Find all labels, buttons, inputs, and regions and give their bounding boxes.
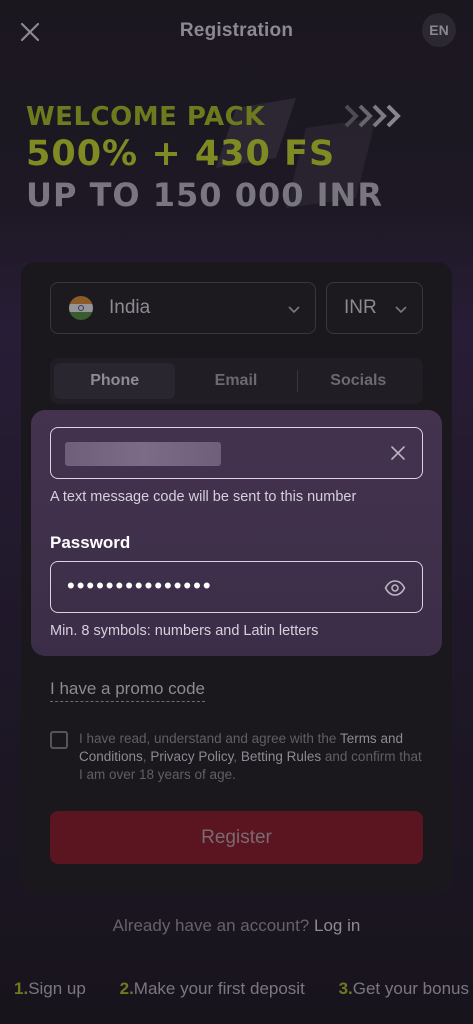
betting-rules-link[interactable]: Betting Rules xyxy=(241,749,321,764)
tab-email[interactable]: Email xyxy=(175,363,296,399)
step-label: Sign up xyxy=(28,979,86,998)
india-flag-icon xyxy=(69,296,93,320)
password-input[interactable]: ••••••••••••••• xyxy=(50,561,423,613)
step-label: Get your bonus xyxy=(352,979,469,998)
promo-code-link[interactable]: I have a promo code xyxy=(50,679,205,702)
terms-prefix: I have read, understand and agree with t… xyxy=(79,731,340,746)
step-3: 3.Get your bonus xyxy=(339,979,469,999)
currency-value: INR xyxy=(344,297,377,318)
phone-number-redacted xyxy=(65,442,221,466)
chevron-down-icon xyxy=(288,306,300,314)
banner-line-3: UP TO 150 000 INR xyxy=(26,176,383,214)
close-icon xyxy=(20,22,40,42)
phone-input[interactable] xyxy=(50,427,423,479)
header: Registration EN xyxy=(0,0,473,62)
login-prompt-text: Already have an account? xyxy=(112,916,314,935)
privacy-policy-link[interactable]: Privacy Policy xyxy=(150,749,233,764)
terms-text: I have read, understand and agree with t… xyxy=(79,730,429,784)
password-hint: Min. 8 symbols: numbers and Latin letter… xyxy=(50,623,319,639)
chevron-down-icon xyxy=(395,306,407,314)
country-value: India xyxy=(109,297,151,318)
banner-line-2: 500% + 430 FS xyxy=(26,134,336,174)
tab-socials[interactable]: Socials xyxy=(298,363,419,399)
step-2: 2.Make your first deposit xyxy=(120,979,305,999)
step-1: 1.Sign up xyxy=(14,979,86,999)
login-link[interactable]: Log in xyxy=(314,916,360,935)
currency-select[interactable]: INR xyxy=(326,282,423,334)
registration-method-tabs: Phone Email Socials xyxy=(50,358,423,404)
welcome-banner: WELCOME PACK 500% + 430 FS UP TO 150 000… xyxy=(26,98,456,218)
step-number: 1. xyxy=(14,979,29,998)
tab-phone[interactable]: Phone xyxy=(54,363,176,399)
phone-hint: A text message code will be sent to this… xyxy=(50,489,357,505)
password-value: ••••••••••••••• xyxy=(67,573,213,598)
banner-line-1: WELCOME PACK xyxy=(26,102,265,132)
step-label: Make your first deposit xyxy=(133,979,305,998)
page-title: Registration xyxy=(179,20,294,41)
clear-icon[interactable] xyxy=(390,445,406,461)
login-prompt: Already have an account? Log in xyxy=(0,916,473,936)
password-label: Password xyxy=(50,533,131,552)
register-button[interactable]: Register xyxy=(50,811,423,864)
chevrons-right-icon xyxy=(344,104,401,128)
close-button[interactable] xyxy=(14,16,46,48)
step-number: 2. xyxy=(119,979,134,998)
eye-icon[interactable] xyxy=(384,577,406,599)
terms-checkbox[interactable] xyxy=(50,731,68,749)
country-select[interactable]: India xyxy=(50,282,316,334)
bonus-steps: 1.Sign up 2.Make your first deposit 3.Ge… xyxy=(14,979,469,999)
terms-sep: , xyxy=(233,749,241,764)
language-button[interactable]: EN xyxy=(422,13,456,47)
step-number: 3. xyxy=(338,979,353,998)
